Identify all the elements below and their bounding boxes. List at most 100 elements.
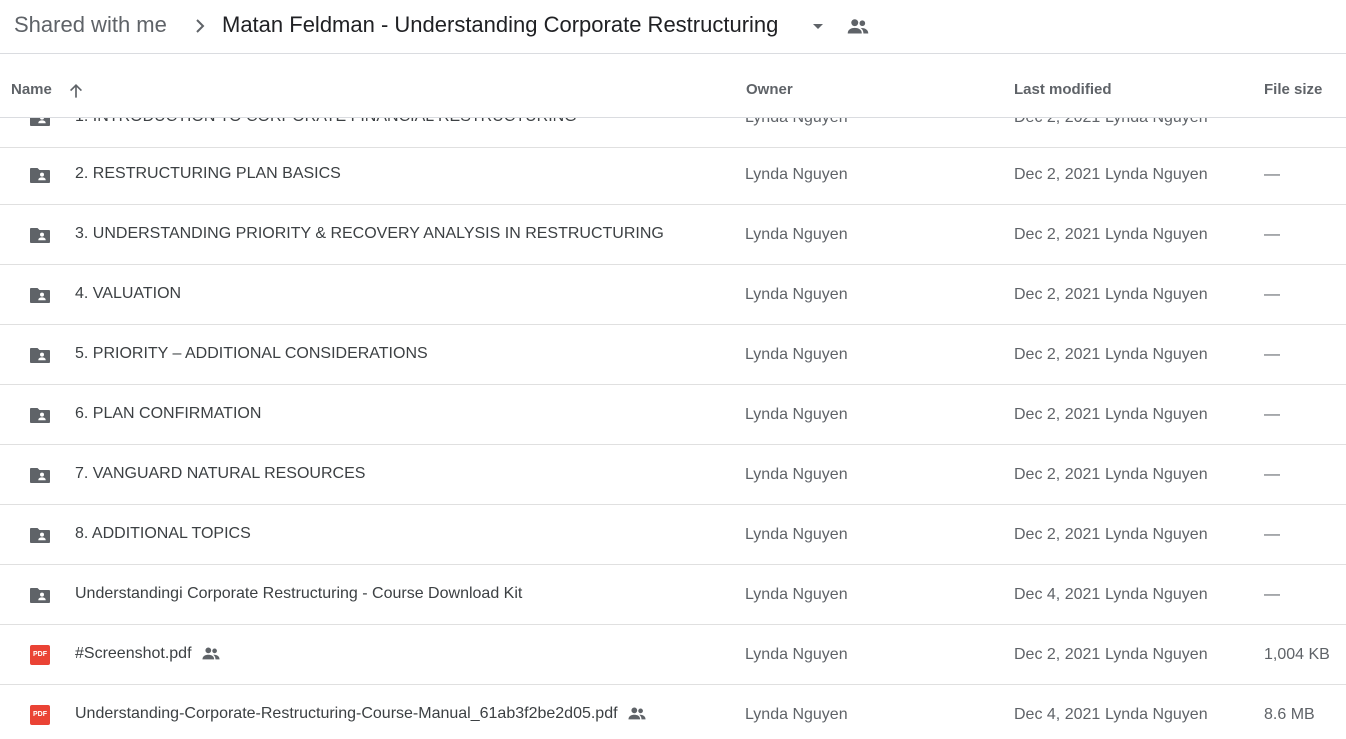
people-icon <box>201 647 220 660</box>
shared-folder-icon <box>30 288 50 303</box>
table-row[interactable]: 2. RESTRUCTURING PLAN BASICS Lynda Nguyen… <box>0 145 1346 205</box>
file-size-cell: — <box>1264 166 1280 183</box>
modified-by-cell: Lynda Nguyen <box>1105 286 1208 303</box>
file-name-text: 4. VALUATION <box>75 285 182 302</box>
modified-date-cell: Dec 4, 2021 <box>1014 586 1101 603</box>
modified-by-cell: Lynda Nguyen <box>1105 466 1208 483</box>
column-header-file-size[interactable]: File size <box>1264 81 1322 98</box>
people-icon <box>627 707 646 720</box>
breadcrumb-current-folder[interactable]: Matan Feldman - Understanding Corporate … <box>222 10 778 40</box>
modified-date-cell: Dec 2, 2021 <box>1014 526 1101 543</box>
file-name: 7. VANGUARD NATURAL RESOURCES <box>75 465 365 483</box>
file-name-text: Understanding-Corporate-Restructuring-Co… <box>75 705 618 722</box>
caret-down-icon[interactable] <box>806 14 830 38</box>
modified-by-cell: Lynda Nguyen <box>1105 346 1208 363</box>
file-name-text: 8. ADDITIONAL TOPICS <box>75 525 251 542</box>
table-row[interactable]: PDF Understanding-Corporate-Restructuring… <box>0 685 1346 739</box>
file-name: 4. VALUATION <box>75 285 181 303</box>
table-row[interactable]: 8. ADDITIONAL TOPICS Lynda Nguyen Dec 2, 2… <box>0 505 1346 565</box>
modified-date-cell: Dec 2, 2021 <box>1014 346 1101 363</box>
pdf-icon: PDF <box>30 705 50 725</box>
chevron-right-icon <box>196 19 205 33</box>
column-header-name[interactable]: Name <box>11 81 52 98</box>
file-name-text: 3. UNDERSTANDING PRIORITY & RECOVERY ANA… <box>75 225 664 242</box>
file-size-cell: — <box>1264 586 1280 603</box>
file-name: 2. RESTRUCTURING PLAN BASICS <box>75 165 341 183</box>
file-size-cell: — <box>1264 286 1280 303</box>
shared-folder-icon <box>30 228 50 243</box>
table-row[interactable]: Understandingi Corporate Restructuring -… <box>0 565 1346 625</box>
owner-cell: Lynda Nguyen <box>745 466 848 483</box>
table-row[interactable]: 5. PRIORITY – ADDITIONAL CONSIDERATIONS L… <box>0 325 1346 385</box>
modified-by-cell: Lynda Nguyen <box>1105 226 1208 243</box>
breadcrumb-shared-with-me[interactable]: Shared with me <box>14 10 167 40</box>
modified-date-cell: Dec 2, 2021 <box>1014 406 1101 423</box>
modified-by-cell: Lynda Nguyen <box>1105 586 1208 603</box>
table-row[interactable]: 7. VANGUARD NATURAL RESOURCES Lynda Nguye… <box>0 445 1346 505</box>
shared-folder-icon <box>30 168 50 183</box>
shared-folder-icon <box>30 408 50 423</box>
modified-date-cell: Dec 2, 2021 <box>1014 118 1100 127</box>
table-row[interactable]: 4. VALUATION Lynda Nguyen Dec 2, 2021 Lynda… <box>0 265 1346 325</box>
modified-date-cell: Dec 2, 2021 <box>1014 466 1101 483</box>
file-size-cell: 1,004 KB <box>1264 646 1330 663</box>
column-header-last-modified[interactable]: Last modified <box>1014 81 1112 98</box>
file-size-cell: — <box>1264 406 1280 423</box>
file-name: 3. UNDERSTANDING PRIORITY & RECOVERY ANA… <box>75 225 664 243</box>
modified-by-cell: Lynda Nguyen <box>1105 646 1208 663</box>
owner-cell: Lynda Nguyen <box>745 706 848 723</box>
file-name-text: 2. RESTRUCTURING PLAN BASICS <box>75 165 341 182</box>
owner-cell: Lynda Nguyen <box>745 406 848 423</box>
modified-by-cell: Lynda Nguyen <box>1105 526 1208 543</box>
owner-cell: Lynda Nguyen <box>745 346 848 363</box>
file-name-text: 7. VANGUARD NATURAL RESOURCES <box>75 465 366 482</box>
shared-folder-icon <box>30 588 50 603</box>
people-icon[interactable] <box>845 14 871 40</box>
owner-cell: Lynda Nguyen <box>745 526 848 543</box>
file-name: #Screenshot.pdf <box>75 645 222 663</box>
file-size-cell: — <box>1264 346 1280 363</box>
table-row[interactable]: 1. INTRODUCTION TO CORPORATE FINANCIAL R… <box>0 118 1346 148</box>
owner-cell: Lynda Nguyen <box>745 226 848 243</box>
sort-arrow-up-icon[interactable] <box>66 81 86 101</box>
table-row[interactable]: PDF #Screenshot.pdf Lynda Nguyen Dec 2, 202… <box>0 625 1346 685</box>
column-header-row: Name Owner Last modified File size <box>0 62 1346 118</box>
table-row[interactable]: 6. PLAN CONFIRMATION Lynda Nguyen Dec 2, 2… <box>0 385 1346 445</box>
owner-cell: Lynda Nguyen <box>745 286 848 303</box>
modified-date-cell: Dec 2, 2021 <box>1014 166 1101 183</box>
file-name-text: 5. PRIORITY – ADDITIONAL CONSIDERATIONS <box>75 345 428 362</box>
owner-cell: Lynda Nguyen <box>745 586 848 603</box>
shared-folder-icon <box>30 118 50 126</box>
owner-cell: Lynda Nguyen <box>745 118 848 127</box>
shared-folder-icon <box>30 528 50 543</box>
file-name: 5. PRIORITY – ADDITIONAL CONSIDERATIONS <box>75 345 428 363</box>
file-list: 1. INTRODUCTION TO CORPORATE FINANCIAL R… <box>0 118 1346 739</box>
file-size-cell: 8.6 MB <box>1264 706 1315 723</box>
file-name-text: #Screenshot.pdf <box>75 645 192 662</box>
file-name-text: 6. PLAN CONFIRMATION <box>75 405 262 422</box>
modified-date-cell: Dec 2, 2021 <box>1014 226 1101 243</box>
modified-by-cell: Lynda Nguyen <box>1105 406 1208 423</box>
modified-by-cell: Lynda Nguyen <box>1105 706 1208 723</box>
pdf-icon: PDF <box>30 645 50 665</box>
modified-date-cell: Dec 2, 2021 <box>1014 646 1101 663</box>
modified-by-cell: Lynda Nguyen <box>1105 118 1208 127</box>
table-row[interactable]: 3. UNDERSTANDING PRIORITY & RECOVERY ANA… <box>0 205 1346 265</box>
file-name: Understandingi Corporate Restructuring -… <box>75 585 522 603</box>
file-name: 6. PLAN CONFIRMATION <box>75 405 261 423</box>
file-name-text: Understandingi Corporate Restructuring -… <box>75 585 523 602</box>
column-header-owner[interactable]: Owner <box>746 81 793 98</box>
file-size-cell: — <box>1264 526 1280 543</box>
breadcrumb: Shared with me Matan Feldman - Understan… <box>0 0 1346 54</box>
owner-cell: Lynda Nguyen <box>745 166 848 183</box>
modified-date-cell: Dec 2, 2021 <box>1014 286 1101 303</box>
file-name: 8. ADDITIONAL TOPICS <box>75 525 251 543</box>
shared-folder-icon <box>30 468 50 483</box>
owner-cell: Lynda Nguyen <box>745 646 848 663</box>
file-name: Understanding-Corporate-Restructuring-Co… <box>75 705 648 723</box>
modified-by-cell: Lynda Nguyen <box>1105 166 1208 183</box>
file-size-cell: — <box>1264 466 1280 483</box>
modified-date-cell: Dec 4, 2021 <box>1014 706 1101 723</box>
file-size-cell: — <box>1264 226 1280 243</box>
shared-folder-icon <box>30 348 50 363</box>
